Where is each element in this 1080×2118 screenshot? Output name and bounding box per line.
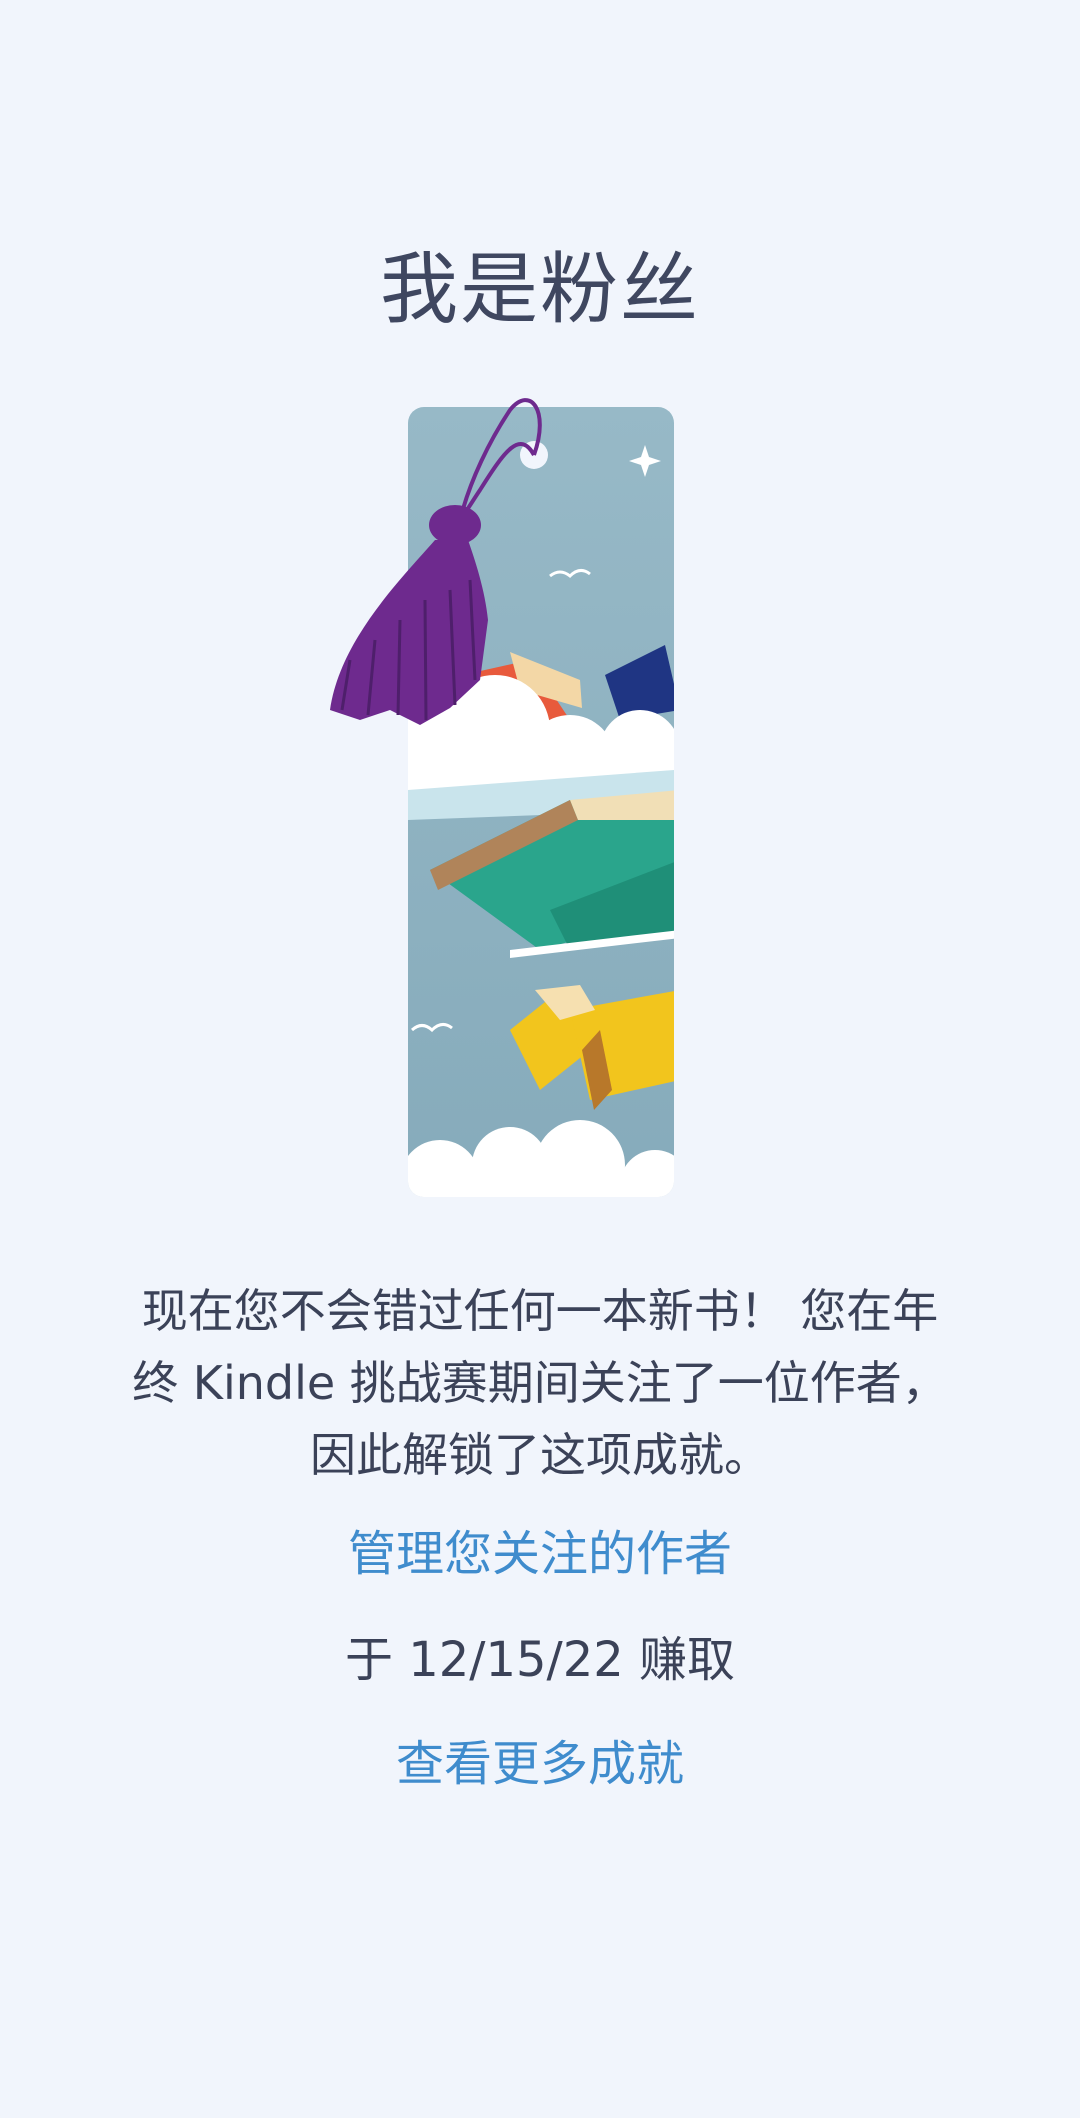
achievement-detail-screen: 我是粉丝 现在您不会错过任何一本新书！ 您在年终 Kindle 挑战赛期间关注了…	[0, 0, 1080, 2118]
view-more-achievements-link[interactable]: 查看更多成就	[0, 1732, 1080, 1796]
achievement-description: 现在您不会错过任何一本新书！ 您在年终 Kindle 挑战赛期间关注了一位作者，…	[132, 1284, 948, 1482]
bookmark-illustration	[320, 390, 700, 1210]
manage-followed-authors-link[interactable]: 管理您关注的作者	[0, 1522, 1080, 1586]
achievement-title: 我是粉丝	[379, 245, 700, 335]
bookmark-art	[330, 398, 674, 1197]
earned-date-text: 于 12/15/22 赚取	[344, 1632, 736, 1688]
